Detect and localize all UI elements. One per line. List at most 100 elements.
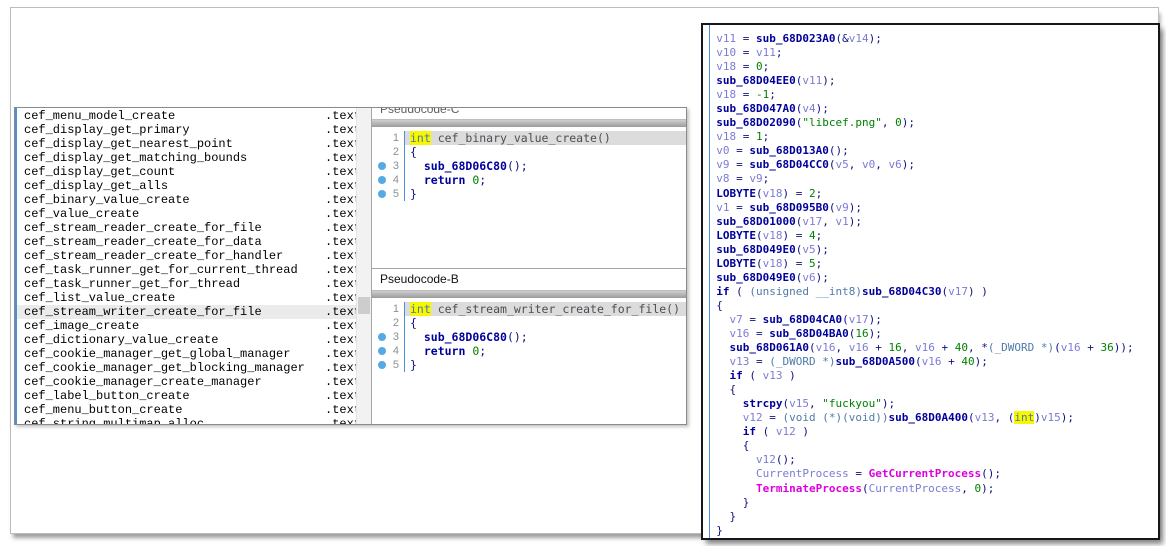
breakpoint-dot-icon[interactable] bbox=[378, 162, 386, 170]
code-line[interactable]: } bbox=[703, 524, 1157, 538]
code-text[interactable]: return 0; bbox=[404, 173, 686, 187]
breakpoint-dot-icon[interactable] bbox=[378, 333, 386, 341]
code-line[interactable]: v12(); bbox=[703, 453, 1157, 467]
code-line[interactable]: CurrentProcess = GetCurrentProcess(); bbox=[703, 467, 1157, 481]
code-line[interactable]: 2{ bbox=[372, 145, 686, 159]
gutter[interactable]: 4 bbox=[372, 173, 404, 187]
breakpoint-dot-icon[interactable] bbox=[378, 347, 386, 355]
code-line[interactable]: 4 return 0; bbox=[372, 344, 686, 358]
function-list-row[interactable]: cef_string_multimap_alloc.text bbox=[17, 417, 356, 424]
functions-list[interactable]: cef_menu_model_create.textcef_display_ge… bbox=[15, 108, 356, 424]
code-line[interactable]: v13 = (_DWORD *)sub_68D0A500(v16 + 40); bbox=[703, 355, 1157, 369]
code-line[interactable]: sub_68D04EE0(v11); bbox=[703, 74, 1157, 88]
function-list-row[interactable]: cef_cookie_manager_create_manager.text bbox=[17, 375, 356, 389]
pane-splitter[interactable] bbox=[372, 290, 686, 298]
code-line[interactable]: v0 = sub_68D013A0(); bbox=[703, 144, 1157, 158]
code-line[interactable]: 2{ bbox=[372, 316, 686, 330]
function-list-row[interactable]: cef_label_button_create.text bbox=[17, 389, 356, 403]
function-list-row[interactable]: cef_image_create.text bbox=[17, 319, 356, 333]
function-list-row[interactable]: cef_dictionary_value_create.text bbox=[17, 333, 356, 347]
code-line[interactable]: v18 = 0; bbox=[703, 60, 1157, 74]
code-line[interactable]: if ( (unsigned __int8)sub_68D04C30(v17) … bbox=[703, 285, 1157, 299]
function-list-row[interactable]: cef_cookie_manager_get_blocking_manager.… bbox=[17, 361, 356, 375]
code-line[interactable]: v10 = v11; bbox=[703, 46, 1157, 60]
code-line[interactable]: 5} bbox=[372, 358, 686, 372]
pseudocode-c-code[interactable]: 1int cef_binary_value_create()2{3 sub_68… bbox=[372, 127, 686, 201]
code-line[interactable]: 3 sub_68D06C80(); bbox=[372, 159, 686, 173]
breakpoint-dot-icon[interactable] bbox=[378, 176, 386, 184]
code-line[interactable]: } bbox=[703, 510, 1157, 524]
code-line[interactable]: strcpy(v15, "fuckyou"); bbox=[703, 397, 1157, 411]
code-line[interactable]: LOBYTE(v18) = 2; bbox=[703, 187, 1157, 201]
function-list-row[interactable]: cef_menu_button_create.text bbox=[17, 403, 356, 417]
code-line[interactable]: { bbox=[703, 439, 1157, 453]
floating-pseudocode-code[interactable]: v11 = sub_68D023A0(&v14); v10 = v11; v18… bbox=[703, 32, 1157, 538]
gutter[interactable]: 5 bbox=[372, 358, 404, 372]
gutter[interactable]: 1 bbox=[372, 131, 404, 145]
code-line[interactable]: LOBYTE(v18) = 5; bbox=[703, 257, 1157, 271]
code-line[interactable]: v8 = v9; bbox=[703, 172, 1157, 186]
scrollbar-thumb[interactable] bbox=[358, 297, 370, 314]
pseudocode-b-code[interactable]: 1int cef_stream_writer_create_for_file()… bbox=[372, 298, 686, 372]
code-text[interactable]: } bbox=[404, 187, 686, 201]
code-line[interactable]: } bbox=[703, 496, 1157, 510]
gutter[interactable]: 5 bbox=[372, 187, 404, 201]
code-text[interactable]: { bbox=[404, 145, 686, 159]
code-line[interactable]: v12 = (void (*)(void))sub_68D0A400(v13, … bbox=[703, 411, 1157, 425]
code-line[interactable]: v9 = sub_68D04CC0(v5, v0, v6); bbox=[703, 158, 1157, 172]
function-list-row[interactable]: cef_value_create.text bbox=[17, 207, 356, 221]
code-line[interactable]: v1 = sub_68D095B0(v9); bbox=[703, 201, 1157, 215]
function-list-row[interactable]: cef_stream_writer_create_for_file.text bbox=[17, 305, 356, 319]
code-line[interactable]: 1int cef_stream_writer_create_for_file() bbox=[372, 302, 686, 316]
breakpoint-dot-icon[interactable] bbox=[378, 361, 386, 369]
gutter[interactable]: 3 bbox=[372, 159, 404, 173]
code-text[interactable]: } bbox=[404, 358, 686, 372]
code-line[interactable]: sub_68D049E0(v5); bbox=[703, 243, 1157, 257]
code-line[interactable]: sub_68D01000(v17, v1); bbox=[703, 215, 1157, 229]
function-list-row[interactable]: cef_task_runner_get_for_current_thread.t… bbox=[17, 263, 356, 277]
function-list-row[interactable]: cef_display_get_alls.text bbox=[17, 179, 356, 193]
code-line[interactable]: { bbox=[703, 299, 1157, 313]
code-line[interactable]: if ( v13 ) bbox=[703, 369, 1157, 383]
code-line[interactable]: sub_68D047A0(v4); bbox=[703, 102, 1157, 116]
gutter[interactable]: 2 bbox=[372, 316, 404, 330]
function-list-row[interactable]: cef_stream_reader_create_for_handler.tex… bbox=[17, 249, 356, 263]
pane-title-pseudocode-c[interactable]: Pseudocode-C bbox=[372, 108, 686, 119]
code-line[interactable]: sub_68D02090("libcef.png", 0); bbox=[703, 116, 1157, 130]
function-list-row[interactable]: cef_display_get_primary.text bbox=[17, 123, 356, 137]
function-list-row[interactable]: cef_stream_reader_create_for_file.text bbox=[17, 221, 356, 235]
breakpoint-dot-icon[interactable] bbox=[378, 190, 386, 198]
function-list-row[interactable]: cef_menu_model_create.text bbox=[17, 109, 356, 123]
function-list-row[interactable]: cef_display_get_nearest_point.text bbox=[17, 137, 356, 151]
code-line[interactable]: 5} bbox=[372, 187, 686, 201]
gutter[interactable]: 1 bbox=[372, 302, 404, 316]
functions-list-scrollbar[interactable] bbox=[356, 108, 371, 424]
code-line[interactable]: LOBYTE(v18) = 4; bbox=[703, 229, 1157, 243]
code-line[interactable]: v7 = sub_68D04CA0(v17); bbox=[703, 313, 1157, 327]
function-list-row[interactable]: cef_display_get_matching_bounds.text bbox=[17, 151, 356, 165]
pane-splitter[interactable] bbox=[372, 119, 686, 127]
gutter[interactable]: 3 bbox=[372, 330, 404, 344]
code-line[interactable]: v11 = sub_68D023A0(&v14); bbox=[703, 32, 1157, 46]
code-text[interactable]: { bbox=[404, 316, 686, 330]
code-line[interactable]: { bbox=[703, 383, 1157, 397]
code-line[interactable]: v18 = -1; bbox=[703, 88, 1157, 102]
code-text[interactable]: return 0; bbox=[404, 344, 686, 358]
function-list-row[interactable]: cef_list_value_create.text bbox=[17, 291, 356, 305]
function-list-row[interactable]: cef_display_get_count.text bbox=[17, 165, 356, 179]
code-text[interactable]: int cef_stream_writer_create_for_file() bbox=[404, 302, 686, 316]
code-line[interactable]: TerminateProcess(CurrentProcess, 0); bbox=[703, 482, 1157, 496]
code-text[interactable]: sub_68D06C80(); bbox=[404, 159, 686, 173]
function-list-row[interactable]: cef_stream_reader_create_for_data.text bbox=[17, 235, 356, 249]
code-line[interactable]: v16 = sub_68D04BA0(16); bbox=[703, 327, 1157, 341]
code-line[interactable]: v18 = 1; bbox=[703, 130, 1157, 144]
code-line[interactable]: 3 sub_68D06C80(); bbox=[372, 330, 686, 344]
code-line[interactable]: sub_68D049E0(v6); bbox=[703, 271, 1157, 285]
function-list-row[interactable]: cef_cookie_manager_get_global_manager.te… bbox=[17, 347, 356, 361]
pane-title-pseudocode-b[interactable]: Pseudocode-B bbox=[372, 269, 686, 290]
code-line[interactable]: if ( v12 ) bbox=[703, 425, 1157, 439]
gutter[interactable]: 2 bbox=[372, 145, 404, 159]
code-text[interactable]: int cef_binary_value_create() bbox=[404, 131, 686, 145]
code-line[interactable]: 1int cef_binary_value_create() bbox=[372, 131, 686, 145]
code-line[interactable]: 4 return 0; bbox=[372, 173, 686, 187]
